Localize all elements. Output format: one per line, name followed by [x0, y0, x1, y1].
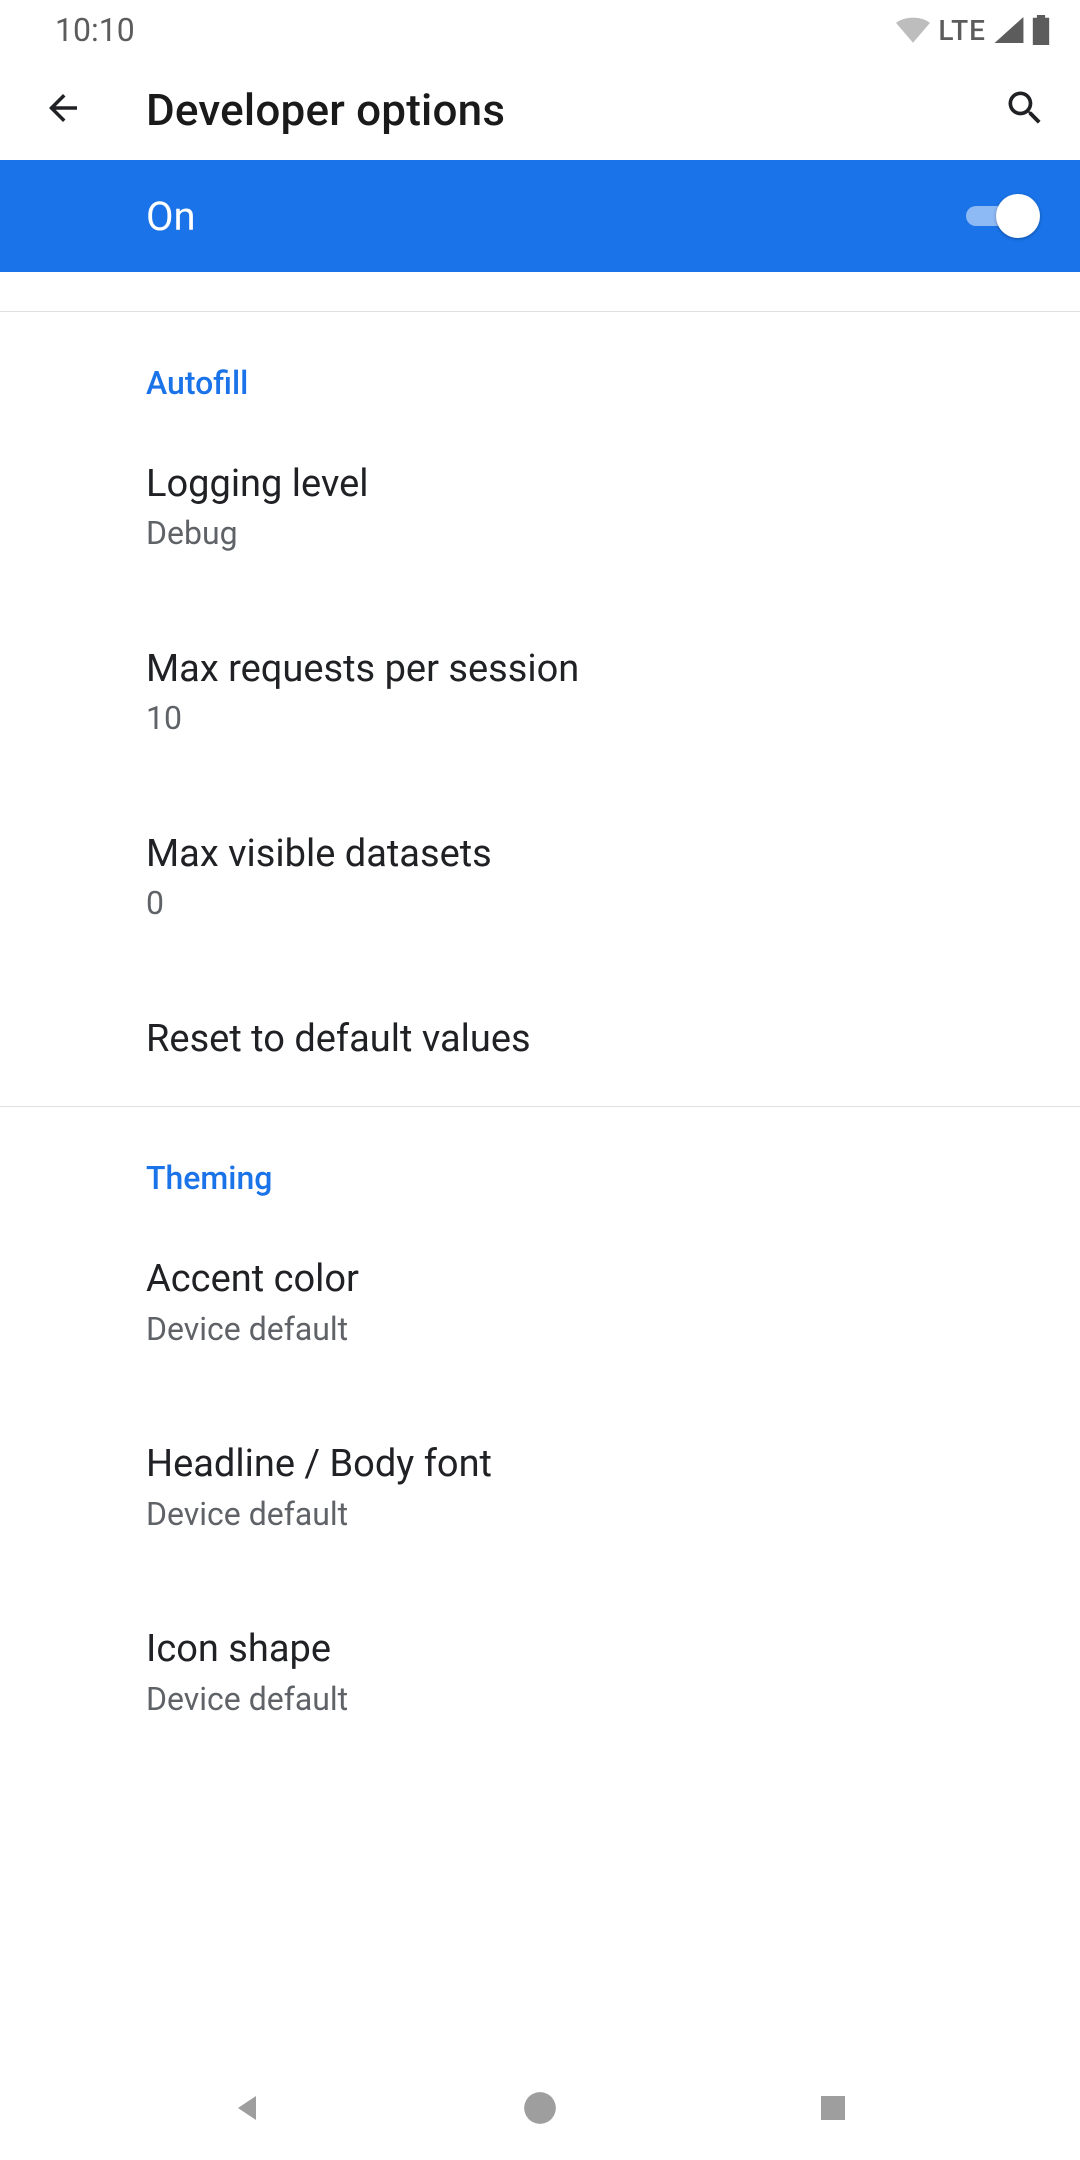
master-toggle-switch[interactable]	[960, 192, 1040, 240]
pref-summary: Debug	[146, 513, 1040, 555]
pref-headline-body-font[interactable]: Headline / Body font Device default	[146, 1392, 1080, 1577]
battery-icon	[1032, 15, 1050, 45]
square-recents-icon	[817, 2092, 849, 2128]
nav-recents-button[interactable]	[803, 2080, 863, 2140]
search-icon	[1003, 86, 1047, 134]
pref-summary: Device default	[146, 1679, 1040, 1721]
section-header-theming: Theming	[146, 1107, 1080, 1207]
pref-title: Max visible datasets	[146, 830, 1040, 879]
navigation-bar	[0, 2060, 1080, 2160]
pref-title: Logging level	[146, 460, 1040, 509]
pref-logging-level[interactable]: Logging level Debug	[146, 412, 1080, 597]
pref-title: Accent color	[146, 1255, 1040, 1304]
status-right: LTE	[896, 14, 1050, 47]
status-bar: 10:10 LTE	[0, 0, 1080, 60]
search-button[interactable]	[1000, 85, 1050, 135]
pref-title: Icon shape	[146, 1625, 1040, 1674]
master-toggle-row[interactable]: On	[0, 160, 1080, 272]
pref-summary: Device default	[146, 1309, 1040, 1351]
page-title: Developer options	[146, 84, 505, 136]
pref-summary: 10	[146, 698, 1040, 740]
switch-thumb	[996, 194, 1040, 238]
status-time: 10:10	[55, 11, 135, 49]
pref-summary: Device default	[146, 1494, 1040, 1536]
nav-back-button[interactable]	[217, 2080, 277, 2140]
master-toggle-label: On	[146, 193, 196, 240]
status-network-label: LTE	[938, 14, 986, 47]
section-header-autofill: Autofill	[146, 312, 1080, 412]
section-gap	[0, 272, 1080, 312]
wifi-icon	[896, 17, 930, 43]
arrow-back-icon	[42, 87, 84, 133]
pref-summary: 0	[146, 883, 1040, 925]
nav-home-button[interactable]	[510, 2080, 570, 2140]
circle-home-icon	[521, 2089, 559, 2131]
cell-signal-icon	[994, 17, 1024, 43]
pref-title: Max requests per session	[146, 645, 1040, 694]
section-autofill: Autofill Logging level Debug Max request…	[0, 312, 1080, 1762]
pref-reset-defaults[interactable]: Reset to default values	[146, 967, 1080, 1106]
pref-max-requests[interactable]: Max requests per session 10	[146, 597, 1080, 782]
pref-accent-color[interactable]: Accent color Device default	[146, 1207, 1080, 1392]
pref-max-visible-datasets[interactable]: Max visible datasets 0	[146, 782, 1080, 967]
pref-title: Headline / Body font	[146, 1440, 1040, 1489]
pref-icon-shape[interactable]: Icon shape Device default	[146, 1577, 1080, 1762]
triangle-back-icon	[229, 2090, 265, 2130]
back-button[interactable]	[38, 85, 88, 135]
app-bar: Developer options	[0, 60, 1080, 160]
pref-title: Reset to default values	[146, 1015, 1040, 1064]
